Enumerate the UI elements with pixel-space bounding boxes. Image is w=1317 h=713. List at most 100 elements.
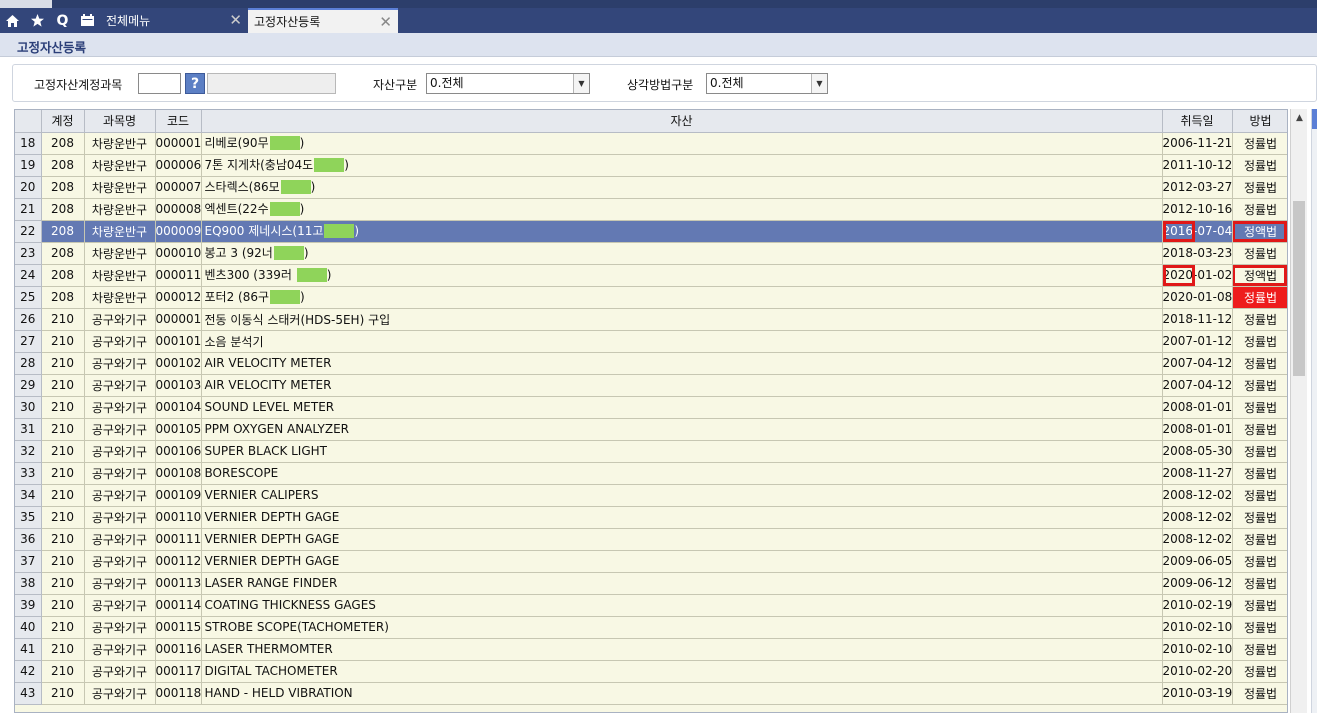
cell-asset[interactable]: VERNIER DEPTH GAGE (201, 506, 1163, 529)
cell-acquired-date[interactable]: 2010-03-19 (1162, 682, 1233, 705)
row-number[interactable]: 22 (15, 220, 42, 243)
cell-code[interactable]: 000106 (155, 440, 202, 463)
cell-account[interactable]: 210 (41, 462, 85, 485)
table-row[interactable]: 34 210 공구와기구 000109 VERNIER CALIPERS 2008-12-… (15, 484, 1287, 507)
cell-asset[interactable]: LASER THERMOMTER (201, 638, 1163, 661)
cell-subject[interactable]: 공구와기구 (84, 638, 156, 661)
row-number[interactable]: 33 (15, 462, 42, 485)
cell-account[interactable]: 210 (41, 308, 85, 331)
cell-acquired-date[interactable]: 2008-01-01 (1162, 396, 1233, 419)
cell-subject[interactable]: 차량운반구 (84, 220, 156, 243)
cell-acquired-date[interactable]: 2009-06-05 (1162, 550, 1233, 573)
cell-subject[interactable]: 공구와기구 (84, 374, 156, 397)
table-row[interactable]: 42 210 공구와기구 000117 DIGITAL TACHOMETER 2010-0… (15, 660, 1287, 683)
cell-acquired-date[interactable]: 2018-03-23 (1162, 242, 1233, 265)
table-row[interactable]: 22 208 차량운반구 000009 EQ900 제네시스(11고) 2016-07-0… (15, 220, 1287, 243)
cell-method[interactable]: 정률법 (1232, 286, 1287, 309)
cell-account[interactable]: 208 (41, 264, 85, 287)
cell-account[interactable]: 210 (41, 594, 85, 617)
row-number[interactable]: 37 (15, 550, 42, 573)
table-row[interactable]: 25 208 차량운반구 000012 포터2 (86구) 2020-01-08 정률법 (15, 286, 1287, 309)
cell-asset[interactable]: 봉고 3 (92너) (201, 242, 1163, 265)
row-number[interactable]: 41 (15, 638, 42, 661)
cell-acquired-date[interactable]: 2018-11-12 (1162, 308, 1233, 331)
cell-code[interactable]: 000115 (155, 616, 202, 639)
cell-subject[interactable]: 차량운반구 (84, 286, 156, 309)
cell-acquired-date[interactable]: 2007-01-12 (1162, 330, 1233, 353)
cell-subject[interactable]: 공구와기구 (84, 330, 156, 353)
cell-code[interactable]: 000010 (155, 242, 202, 265)
cell-asset[interactable]: 7톤 지게차(충남04도) (201, 154, 1163, 177)
cell-asset[interactable]: BORESCOPE (201, 462, 1163, 485)
cell-account[interactable]: 208 (41, 132, 85, 155)
row-number[interactable]: 38 (15, 572, 42, 595)
cell-code[interactable]: 000012 (155, 286, 202, 309)
cell-subject[interactable]: 차량운반구 (84, 132, 156, 155)
cell-code[interactable]: 000114 (155, 594, 202, 617)
row-number[interactable]: 23 (15, 242, 42, 265)
row-number[interactable]: 39 (15, 594, 42, 617)
table-row[interactable]: 40 210 공구와기구 000115 STROBE SCOPE(TACHOMETER)… (15, 616, 1287, 639)
cell-subject[interactable]: 차량운반구 (84, 242, 156, 265)
row-number[interactable]: 40 (15, 616, 42, 639)
cell-method[interactable]: 정률법 (1232, 154, 1287, 177)
cell-acquired-date[interactable]: 2007-04-12 (1162, 374, 1233, 397)
star-icon[interactable] (25, 8, 50, 33)
cell-asset[interactable]: COATING THICKNESS GAGES (201, 594, 1163, 617)
cell-code[interactable]: 000007 (155, 176, 202, 199)
cell-method[interactable]: 정률법 (1232, 506, 1287, 529)
cell-asset[interactable]: 스타렉스(86모) (201, 176, 1163, 199)
cell-code[interactable]: 000113 (155, 572, 202, 595)
cell-account[interactable]: 210 (41, 396, 85, 419)
row-number[interactable]: 27 (15, 330, 42, 353)
col-header-acquired-date[interactable]: 취득일 (1162, 110, 1233, 133)
table-row[interactable]: 41 210 공구와기구 000116 LASER THERMOMTER 2010-02-… (15, 638, 1287, 661)
cell-acquired-date[interactable]: 2010-02-10 (1162, 638, 1233, 661)
cell-subject[interactable]: 공구와기구 (84, 550, 156, 573)
col-header-code[interactable]: 코드 (155, 110, 202, 133)
close-icon[interactable]: ✕ (379, 13, 392, 31)
cell-method[interactable]: 정률법 (1232, 484, 1287, 507)
table-row[interactable]: 29 210 공구와기구 000103 AIR VELOCITY METER 2007-0… (15, 374, 1287, 397)
cell-method[interactable]: 정률법 (1232, 638, 1287, 661)
cell-code[interactable]: 000009 (155, 220, 202, 243)
cell-method[interactable]: 정률법 (1232, 528, 1287, 551)
cell-subject[interactable]: 차량운반구 (84, 198, 156, 221)
row-number[interactable]: 34 (15, 484, 42, 507)
cell-subject[interactable]: 공구와기구 (84, 352, 156, 375)
cell-method[interactable]: 정액법 (1232, 264, 1287, 287)
col-header-method[interactable]: 방법 (1232, 110, 1287, 133)
cell-subject[interactable]: 차량운반구 (84, 154, 156, 177)
row-number[interactable]: 26 (15, 308, 42, 331)
cell-acquired-date[interactable]: 2010-02-20 (1162, 660, 1233, 683)
account-code-input[interactable] (138, 73, 181, 94)
cell-asset[interactable]: SUPER BLACK LIGHT (201, 440, 1163, 463)
row-number[interactable]: 36 (15, 528, 42, 551)
cell-code[interactable]: 000112 (155, 550, 202, 573)
cell-asset[interactable]: AIR VELOCITY METER (201, 352, 1163, 375)
row-number[interactable]: 20 (15, 176, 42, 199)
cell-asset[interactable]: 리베로(90무) (201, 132, 1163, 155)
scroll-up-icon[interactable]: ▲ (1291, 109, 1308, 127)
col-header-account[interactable]: 계정 (41, 110, 85, 133)
cell-account[interactable]: 210 (41, 330, 85, 353)
cell-subject[interactable]: 공구와기구 (84, 440, 156, 463)
table-row[interactable]: 31 210 공구와기구 000105 PPM OXYGEN ANALYZER 2008-… (15, 418, 1287, 441)
cell-acquired-date[interactable]: 2008-01-01 (1162, 418, 1233, 441)
cell-account[interactable]: 210 (41, 528, 85, 551)
cell-acquired-date[interactable]: 2011-10-12 (1162, 154, 1233, 177)
row-number[interactable]: 43 (15, 682, 42, 705)
cell-asset[interactable]: HAND - HELD VIBRATION (201, 682, 1163, 705)
cell-method[interactable]: 정률법 (1232, 550, 1287, 573)
cell-method[interactable]: 정률법 (1232, 374, 1287, 397)
cell-account[interactable]: 208 (41, 220, 85, 243)
asset-grid[interactable]: 계정 과목명 코드 자산 취득일 방법 18 208 차량운반구 000001 리베로(… (14, 109, 1288, 713)
cell-asset[interactable]: STROBE SCOPE(TACHOMETER) (201, 616, 1163, 639)
cell-acquired-date[interactable]: 2008-12-02 (1162, 484, 1233, 507)
table-row[interactable]: 37 210 공구와기구 000112 VERNIER DEPTH GAGE 2009-0… (15, 550, 1287, 573)
cell-method[interactable]: 정률법 (1232, 242, 1287, 265)
cell-acquired-date[interactable]: 2008-11-27 (1162, 462, 1233, 485)
home-icon[interactable] (0, 8, 25, 33)
cell-account[interactable]: 210 (41, 638, 85, 661)
cell-method[interactable]: 정률법 (1232, 682, 1287, 705)
